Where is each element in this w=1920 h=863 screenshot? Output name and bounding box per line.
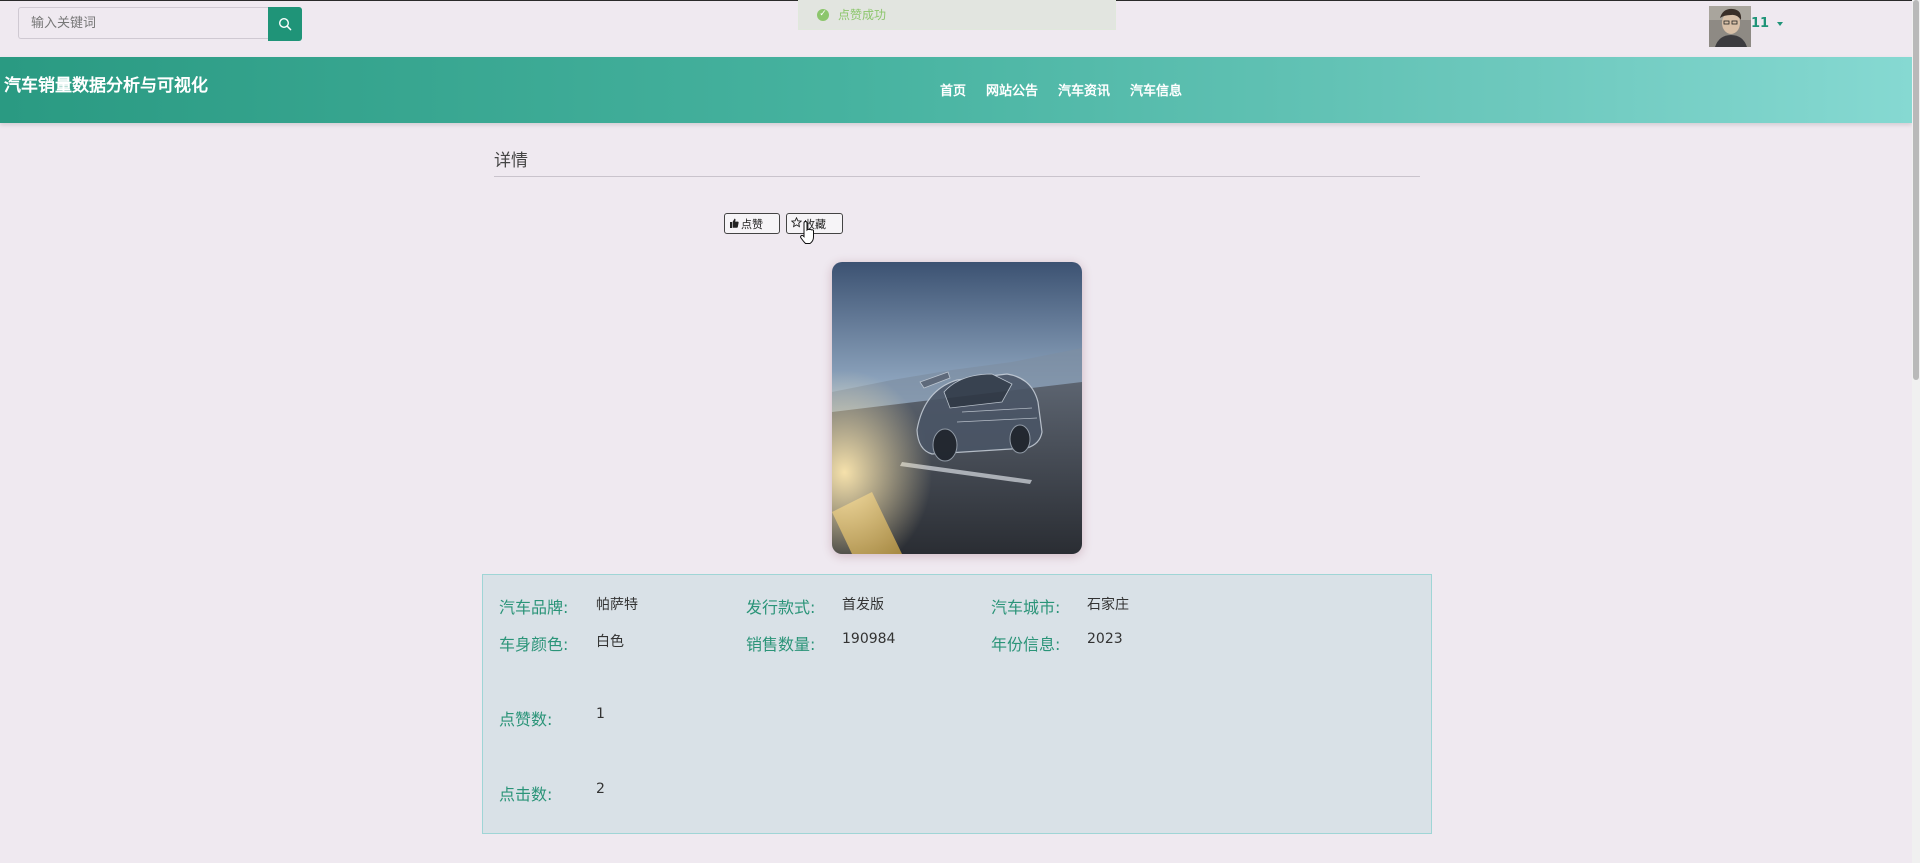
like-button[interactable]: 点赞: [724, 213, 780, 234]
header-nav-band: 汽车销量数据分析与可视化 首页 网站公告 汽车资讯 汽车信息: [0, 57, 1912, 123]
year-label: 年份信息:: [991, 635, 1061, 654]
page-title: 详情: [494, 151, 528, 171]
like-button-label: 点赞: [741, 217, 763, 231]
color-label: 车身颜色:: [499, 635, 569, 654]
nav-menu: 首页 网站公告 汽车资讯 汽车信息: [940, 80, 1202, 99]
city-label: 汽车城市:: [991, 598, 1061, 617]
clicks-label: 点击数:: [499, 785, 553, 804]
car-info-panel: 汽车品牌: 帕萨特 发行款式: 首发版 汽车城市: 石家庄 车身颜色: 白色 销…: [482, 574, 1432, 834]
search-button[interactable]: [268, 7, 302, 41]
search-icon: [278, 17, 292, 31]
hand-cursor-icon: [800, 221, 814, 244]
check-circle-icon: ✓: [817, 8, 829, 21]
avatar[interactable]: [1709, 6, 1751, 47]
nav-item-car-info[interactable]: 汽车信息: [1130, 80, 1182, 99]
brand-label: 汽车品牌:: [499, 598, 569, 617]
brand-value: 帕萨特: [596, 597, 638, 613]
style-label: 发行款式:: [746, 598, 816, 617]
year-value: 2023: [1087, 631, 1123, 647]
car-image: [832, 262, 1082, 554]
city-value: 石家庄: [1087, 597, 1129, 613]
username[interactable]: 11: [1751, 16, 1769, 31]
success-toast: ✓ 点赞成功: [798, 0, 1116, 30]
color-value: 白色: [596, 634, 624, 650]
nav-item-car-news[interactable]: 汽车资讯: [1058, 80, 1110, 99]
style-value: 首发版: [842, 597, 884, 613]
avatar-image: [1709, 6, 1751, 47]
nav-item-home[interactable]: 首页: [940, 80, 966, 99]
search-box: [18, 7, 302, 41]
clicks-value: 2: [596, 781, 605, 797]
site-title: 汽车销量数据分析与可视化: [4, 76, 208, 96]
scrollbar-thumb[interactable]: [1913, 0, 1919, 380]
likes-value: 1: [596, 706, 605, 722]
sales-label: 销售数量:: [746, 635, 816, 654]
toast-message: 点赞成功: [838, 8, 887, 22]
nav-item-announcements[interactable]: 网站公告: [986, 80, 1038, 99]
chevron-down-icon[interactable]: [1777, 22, 1783, 26]
search-input[interactable]: [18, 7, 268, 39]
divider: [494, 176, 1420, 177]
thumbs-up-icon: [729, 218, 739, 230]
sales-value: 190984: [842, 631, 896, 647]
likes-label: 点赞数:: [499, 710, 553, 729]
